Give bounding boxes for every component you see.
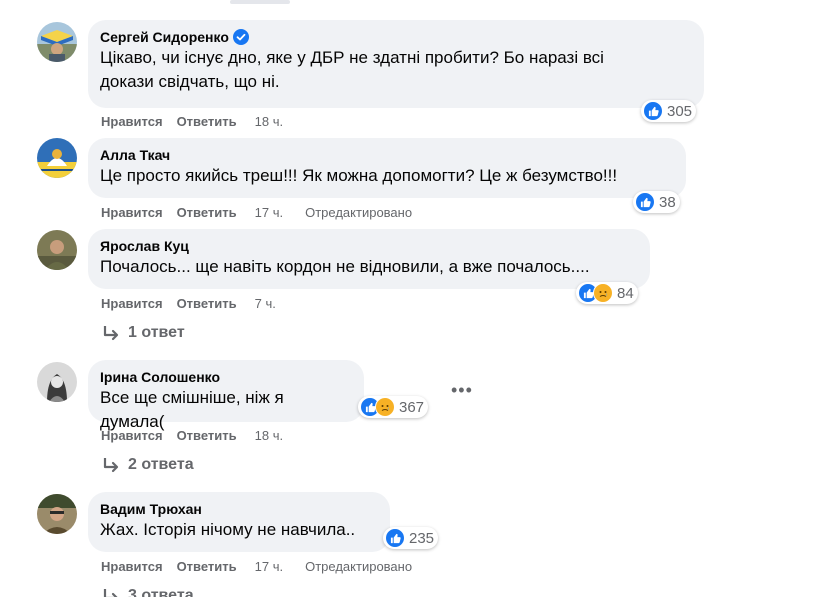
comment-bubble: Ірина Солошенко Все ще смішніше, ніж я д…	[88, 360, 364, 431]
comment-author[interactable]: Ірина Солошенко	[100, 368, 352, 386]
like-button[interactable]: Нравится	[101, 296, 163, 311]
avatar[interactable]	[37, 230, 77, 270]
view-replies-link[interactable]: 3 ответа	[102, 587, 194, 597]
replies-count[interactable]: 3 ответа	[128, 587, 194, 597]
author-name[interactable]: Вадим Трюхан	[100, 500, 202, 518]
like-reaction-icon	[385, 528, 405, 548]
reply-arrow-icon	[103, 589, 118, 597]
sad-reaction-icon	[375, 397, 395, 417]
comment-bubble: Сергей Сидоренко Цікаво, чи існує дно, я…	[88, 20, 704, 108]
reaction-count: 305	[667, 102, 693, 120]
comment-bubble: Ярослав Куц Почалось... ще навіть кордон…	[88, 229, 650, 289]
view-replies-link[interactable]: 2 ответа	[102, 456, 194, 474]
edited-label[interactable]: Отредактировано	[305, 559, 412, 574]
replies-count[interactable]: 1 ответ	[128, 324, 185, 342]
author-name[interactable]: Ірина Солошенко	[100, 368, 220, 386]
like-button[interactable]: Нравится	[101, 428, 163, 443]
avatar-photo-icon	[37, 138, 77, 178]
comment-actions: Нравится Ответить 18 ч.	[101, 426, 283, 444]
reaction-summary[interactable]: 84	[576, 282, 638, 304]
comment-text: Жах. Історія нічому не навчила..	[100, 518, 378, 542]
avatar-photo-icon	[37, 494, 77, 534]
author-name[interactable]: Ярослав Куц	[100, 237, 189, 255]
like-button[interactable]: Нравится	[101, 114, 163, 129]
reply-button[interactable]: Ответить	[177, 205, 237, 220]
comment-timestamp[interactable]: 18 ч.	[255, 114, 283, 129]
comment-timestamp[interactable]: 18 ч.	[255, 428, 283, 443]
reply-button[interactable]: Ответить	[177, 296, 237, 311]
comment-author[interactable]: Алла Ткач	[100, 146, 674, 164]
top-cutoff-edge	[230, 0, 290, 4]
more-options-icon[interactable]: •••	[451, 381, 473, 399]
avatar[interactable]	[37, 138, 77, 178]
comment-bubble: Алла Ткач Це просто якийсь треш!!! Як мо…	[88, 138, 686, 198]
comment-text: Цікаво, чи існує дно, яке у ДБР не здатн…	[100, 46, 692, 94]
comment-text-line: Жах. Історія нічому не навчила..	[100, 520, 356, 539]
comment-author[interactable]: Сергей Сидоренко	[100, 28, 692, 46]
like-button[interactable]: Нравится	[101, 559, 163, 574]
reply-arrow-icon	[103, 458, 119, 473]
comment-text: Почалось... ще навіть кордон не відновил…	[100, 255, 638, 279]
comment-text-line: Цікаво, чи існує дно, яке у ДБР не здатн…	[100, 48, 604, 67]
comment-timestamp[interactable]: 17 ч.	[255, 559, 283, 574]
comment-text-line: Почалось... ще навіть кордон не відновил…	[100, 257, 590, 276]
avatar[interactable]	[37, 22, 77, 62]
avatar-photo-icon	[37, 22, 77, 62]
comment-text-line: Це просто якийсь треш!!! Як можна допомо…	[100, 166, 618, 185]
avatar-photo-icon	[37, 230, 77, 270]
reaction-count: 235	[409, 529, 435, 547]
comment-actions: Нравится Ответить 17 ч. Отредактировано	[101, 557, 412, 575]
comment-text-line: докази свідчать, що ні.	[100, 72, 280, 91]
comments-page: Сергей Сидоренко Цікаво, чи існує дно, я…	[0, 0, 836, 597]
reply-arrow-icon	[103, 326, 119, 341]
reaction-count: 38	[659, 193, 676, 211]
reply-button[interactable]: Ответить	[177, 114, 237, 129]
reaction-summary[interactable]: 235	[383, 527, 439, 549]
like-button[interactable]: Нравится	[101, 205, 163, 220]
verified-badge-icon	[232, 29, 249, 45]
reaction-count: 367	[399, 398, 425, 416]
like-reaction-icon	[635, 192, 655, 212]
author-name[interactable]: Алла Ткач	[100, 146, 170, 164]
reaction-summary[interactable]: 367	[358, 396, 429, 418]
like-reaction-icon	[643, 101, 663, 121]
reaction-count: 84	[617, 284, 634, 302]
replies-count[interactable]: 2 ответа	[128, 456, 194, 474]
comment-actions: Нравится Ответить 17 ч. Отредактировано	[101, 203, 412, 221]
comment-timestamp[interactable]: 17 ч.	[255, 205, 283, 220]
reply-button[interactable]: Ответить	[177, 559, 237, 574]
comment-actions: Нравится Ответить 18 ч.	[101, 112, 283, 130]
comment-text: Це просто якийсь треш!!! Як можна допомо…	[100, 164, 674, 188]
reaction-summary[interactable]: 305	[641, 100, 697, 122]
reaction-summary[interactable]: 38	[633, 191, 680, 213]
author-name[interactable]: Сергей Сидоренко	[100, 28, 229, 46]
reply-button[interactable]: Ответить	[177, 428, 237, 443]
sad-reaction-icon	[593, 283, 613, 303]
avatar[interactable]	[37, 362, 77, 402]
avatar[interactable]	[37, 494, 77, 534]
comment-actions: Нравится Ответить 7 ч.	[101, 294, 276, 312]
comment-author[interactable]: Вадим Трюхан	[100, 500, 378, 518]
view-replies-link[interactable]: 1 ответ	[102, 324, 185, 342]
comment-timestamp[interactable]: 7 ч.	[255, 296, 276, 311]
edited-label[interactable]: Отредактировано	[305, 205, 412, 220]
comment-author[interactable]: Ярослав Куц	[100, 237, 638, 255]
avatar-photo-icon	[37, 362, 77, 402]
comment-bubble: Вадим Трюхан Жах. Історія нічому не навч…	[88, 492, 390, 552]
